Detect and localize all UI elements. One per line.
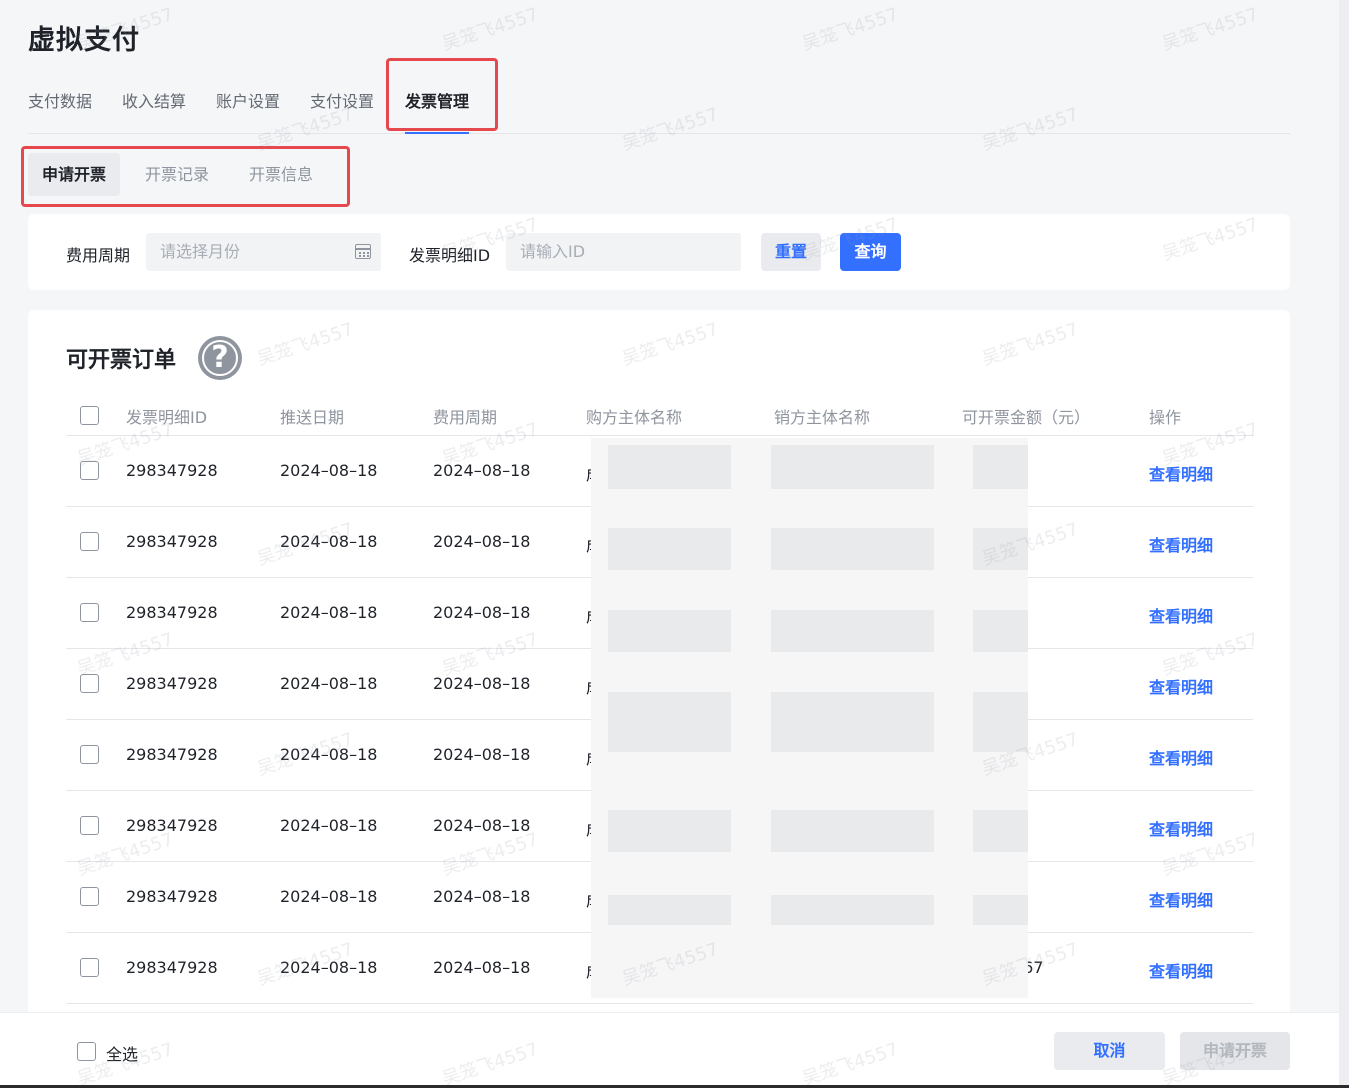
- apply-invoice-button[interactable]: 申请开票: [1180, 1032, 1290, 1070]
- period-picker-input[interactable]: [146, 233, 381, 271]
- tab-income-settlement[interactable]: 收入结算: [122, 90, 186, 134]
- row-select-checkbox[interactable]: [80, 816, 99, 835]
- redaction-block: [608, 692, 731, 752]
- push-date-cell: 2024–08–18: [280, 816, 378, 835]
- row-select-checkbox[interactable]: [80, 958, 99, 977]
- page: 虚拟支付 支付数据 收入结算 账户设置 支付设置 发票管理 申请开票 开票记录 …: [0, 0, 1349, 1088]
- invoice-id-cell: 298347928: [126, 603, 218, 622]
- row-select-checkbox[interactable]: [80, 461, 99, 480]
- redaction-block: [608, 810, 731, 852]
- column-header-period: 费用周期: [433, 408, 498, 427]
- redaction-block: [973, 528, 1028, 570]
- section-title: 可开票订单: [66, 348, 177, 373]
- push-date-cell: 2024–08–18: [280, 958, 378, 977]
- row-select-checkbox[interactable]: [80, 887, 99, 906]
- column-header-seller: 销方主体名称: [774, 408, 871, 427]
- column-header-push-date: 推送日期: [280, 408, 345, 427]
- push-date-cell: 2024–08–18: [280, 674, 378, 693]
- redaction-block: [973, 895, 1028, 925]
- invoice-id-cell: 298347928: [126, 532, 218, 551]
- view-details-link[interactable]: 查看明细: [1149, 461, 1213, 485]
- view-details-link[interactable]: 查看明细: [1149, 958, 1213, 982]
- column-header-amount: 可开票金额（元）: [962, 408, 1091, 427]
- invoice-id-input[interactable]: [506, 233, 741, 271]
- subtab-invoice-info[interactable]: 开票信息: [235, 153, 327, 196]
- invoice-id-cell: 298347928: [126, 461, 218, 480]
- tab-invoice-management[interactable]: 发票管理: [405, 90, 470, 134]
- header-select-checkbox[interactable]: [80, 406, 99, 425]
- period-cell: 2024–08–18: [433, 958, 531, 977]
- period-cell: 2024–08–18: [433, 674, 531, 693]
- footer-bar: 全选 取消 申请开票: [0, 1012, 1339, 1085]
- table-header: 发票明细ID 推送日期 费用周期 购方主体名称 销方主体名称 可开票金额（元） …: [66, 396, 1253, 436]
- redaction-block: [608, 445, 731, 489]
- view-details-link[interactable]: 查看明细: [1149, 745, 1213, 769]
- invoice-id-cell: 298347928: [126, 674, 218, 693]
- push-date-cell: 2024–08–18: [280, 461, 378, 480]
- scrollbar-track[interactable]: [1339, 0, 1349, 1088]
- period-cell: 2024–08–18: [433, 887, 531, 906]
- row-select-checkbox[interactable]: [80, 674, 99, 693]
- view-details-link[interactable]: 查看明细: [1149, 674, 1213, 698]
- subtab-invoice-records[interactable]: 开票记录: [131, 153, 223, 196]
- period-cell: 2024–08–18: [433, 603, 531, 622]
- redaction-block: [771, 528, 934, 570]
- select-all-label[interactable]: 全选: [106, 1041, 138, 1065]
- cancel-button[interactable]: 取消: [1054, 1032, 1165, 1070]
- push-date-cell: 2024–08–18: [280, 532, 378, 551]
- watermark-text: 吴笼飞4557: [1159, 4, 1262, 55]
- page-title: 虚拟支付: [28, 25, 140, 56]
- invoice-order-table-card: 可开票订单 ? 发票明细ID 推送日期 费用周期 购方主体名称 销方主体名称 可…: [28, 310, 1290, 1088]
- filter-panel: 费用周期 发票明细ID 重置 查询: [28, 214, 1290, 290]
- row-select-checkbox[interactable]: [80, 745, 99, 764]
- column-header-buyer: 购方主体名称: [586, 408, 683, 427]
- main-tab-bar: 支付数据 收入结算 账户设置 支付设置 发票管理: [28, 90, 1290, 134]
- select-all-checkbox[interactable]: [77, 1042, 96, 1061]
- view-details-link[interactable]: 查看明细: [1149, 816, 1213, 840]
- redaction-block: [973, 692, 1028, 752]
- query-button[interactable]: 查询: [840, 233, 901, 271]
- period-cell: 2024–08–18: [433, 745, 531, 764]
- view-details-link[interactable]: 查看明细: [1149, 532, 1213, 556]
- tab-payment-data[interactable]: 支付数据: [28, 90, 92, 134]
- help-icon[interactable]: ?: [198, 336, 242, 380]
- reset-button[interactable]: 重置: [761, 233, 821, 271]
- redaction-block: [771, 692, 934, 752]
- view-details-link[interactable]: 查看明细: [1149, 887, 1213, 911]
- redaction-block: [771, 895, 934, 925]
- column-header-action: 操作: [1149, 408, 1182, 427]
- period-cell: 2024–08–18: [433, 532, 531, 551]
- redaction-block: [608, 895, 731, 925]
- period-cell: 2024–08–18: [433, 461, 531, 480]
- invoice-id-cell: 298347928: [126, 745, 218, 764]
- calendar-icon[interactable]: [355, 244, 371, 259]
- invoice-id-cell: 298347928: [126, 958, 218, 977]
- row-select-checkbox[interactable]: [80, 532, 99, 551]
- tab-payment-settings[interactable]: 支付设置: [310, 90, 374, 134]
- redaction-block: [973, 445, 1028, 489]
- watermark-text: 吴笼飞4557: [439, 4, 542, 55]
- redaction-block: [771, 610, 934, 652]
- view-details-link[interactable]: 查看明细: [1149, 603, 1213, 627]
- watermark-text: 吴笼飞4557: [799, 4, 902, 55]
- redaction-block: [973, 610, 1028, 652]
- column-header-invoice-id: 发票明细ID: [126, 408, 208, 427]
- invoice-id-cell: 298347928: [126, 816, 218, 835]
- push-date-cell: 2024–08–18: [280, 603, 378, 622]
- subtab-apply-invoice[interactable]: 申请开票: [28, 153, 121, 196]
- period-label: 费用周期: [66, 246, 131, 265]
- tab-account-settings[interactable]: 账户设置: [216, 90, 280, 134]
- redaction-block: [771, 810, 934, 852]
- redaction-block: [608, 528, 731, 570]
- redaction-block: [973, 810, 1028, 852]
- push-date-cell: 2024–08–18: [280, 887, 378, 906]
- help-icon-glyph: ?: [211, 340, 229, 375]
- row-select-checkbox[interactable]: [80, 603, 99, 622]
- push-date-cell: 2024–08–18: [280, 745, 378, 764]
- invoice-id-cell: 298347928: [126, 887, 218, 906]
- redaction-block: [771, 445, 934, 489]
- redaction-block: [608, 610, 731, 652]
- invoice-id-label: 发票明细ID: [409, 246, 491, 265]
- period-cell: 2024–08–18: [433, 816, 531, 835]
